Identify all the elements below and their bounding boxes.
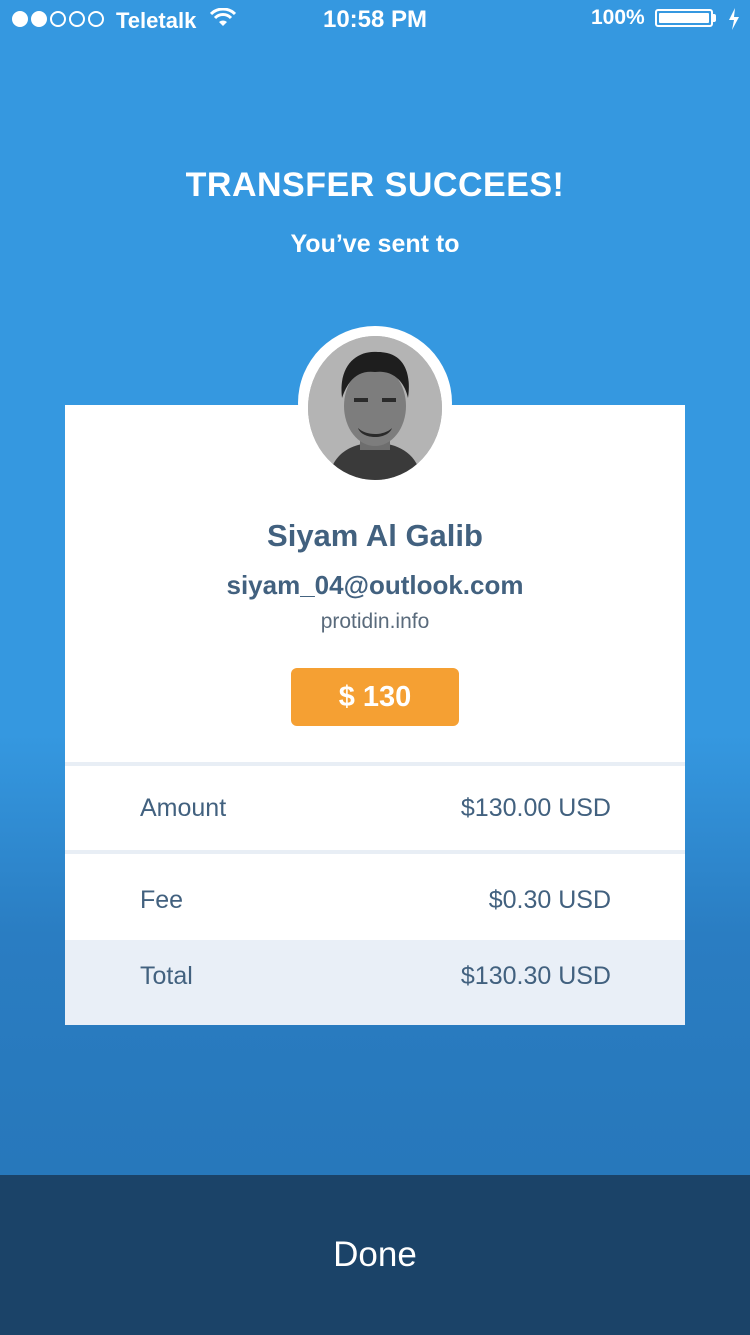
row-label: Amount (140, 794, 227, 822)
battery-percentage: 100% (591, 6, 645, 29)
divider (65, 762, 685, 766)
recipient-name: Siyam Al Galib (267, 518, 483, 553)
recipient-domain: protidin.info (320, 610, 430, 633)
recipient-email: siyam_04@outlook.com (226, 570, 524, 600)
row-label: Total (140, 962, 193, 990)
summary-row-total: Total $130.30 USD (65, 940, 685, 1025)
row-value: $130.30 USD (460, 962, 611, 990)
amount-badge: $ 130 (291, 668, 459, 726)
charging-icon (728, 8, 740, 36)
status-bar: Teletalk 10:58 PM 100% (0, 0, 750, 40)
row-value: $130.00 USD (460, 794, 611, 822)
page-title: TRANSFER SUCCEES! (185, 166, 565, 204)
avatar (308, 336, 442, 480)
done-button[interactable]: Done (0, 1175, 750, 1335)
row-value: $0.30 USD (488, 886, 611, 914)
battery-icon (655, 9, 713, 27)
row-label: Fee (140, 886, 184, 914)
page-subtitle: You’ve sent to (290, 230, 460, 258)
divider (65, 850, 685, 854)
battery-tip (713, 14, 716, 22)
